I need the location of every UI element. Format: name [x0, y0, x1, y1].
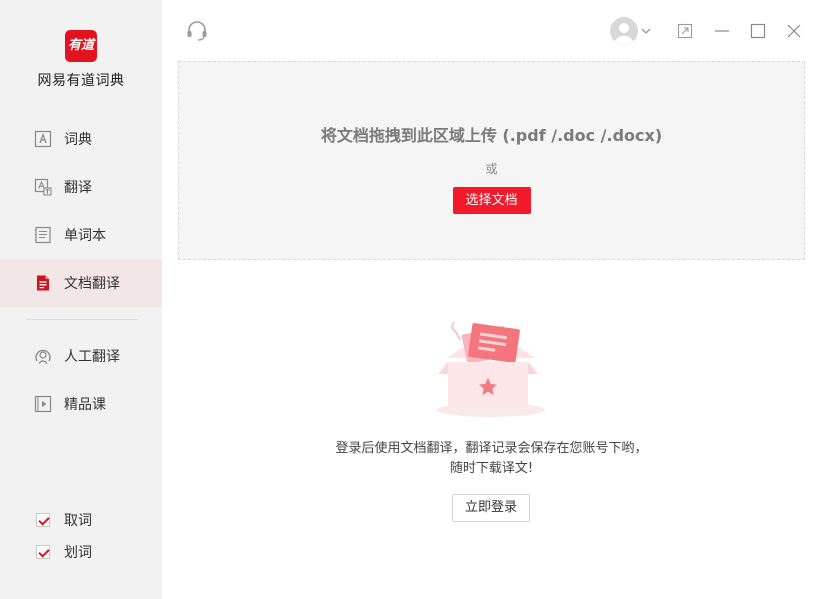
sidebar-item-label: 翻译 — [64, 180, 92, 196]
sidebar-nav: 词典 翻译 单词本 文档翻译 人工翻译 精品课 — [0, 115, 162, 428]
sidebar-item-label: 人工翻译 — [64, 349, 120, 365]
sidebar-item-label: 词典 — [64, 132, 92, 148]
upload-instructions: 将文档拖拽到此区域上传 (.pdf /.doc /.docx) — [320, 126, 663, 145]
select-document-button[interactable]: 选择文档 — [452, 187, 531, 214]
or-separator: 或 — [485, 162, 498, 176]
upload-dropzone[interactable]: 将文档拖拽到此区域上传 (.pdf /.doc /.docx) 或 选择文档 — [178, 61, 805, 260]
close-icon[interactable] — [785, 22, 803, 40]
wordbook-icon — [34, 226, 52, 244]
login-prompt: 登录后使用文档翻译，翻译记录会保存在您账号下哟， 随时下载译文! — [178, 439, 805, 479]
login-button[interactable]: 立即登录 — [452, 494, 530, 522]
sidebar-item-wordbook[interactable]: 单词本 — [0, 211, 162, 259]
chevron-down-icon[interactable] — [640, 25, 652, 37]
sidebar-item-label: 精品课 — [64, 397, 106, 413]
option-select-word[interactable]: 划词 — [36, 536, 92, 568]
app-logo: 有道 — [65, 30, 97, 62]
translate-icon — [34, 178, 52, 196]
headset-icon[interactable] — [185, 19, 209, 43]
sidebar-item-label: 文档翻译 — [64, 276, 120, 292]
sidebar-item-translate[interactable]: 翻译 — [0, 163, 162, 211]
app-name: 网易有道词典 — [37, 73, 125, 89]
login-prompt-line1: 登录后使用文档翻译，翻译记录会保存在您账号下哟， — [335, 441, 648, 456]
minimize-icon[interactable] — [713, 22, 731, 40]
checkbox-checked-icon[interactable] — [36, 545, 50, 559]
capture-options: 取词 划词 — [36, 504, 92, 568]
human-translate-icon — [34, 347, 52, 365]
login-prompt-line2: 随时下载译文! — [449, 461, 534, 476]
document-icon — [34, 274, 52, 292]
sidebar-item-human-translate[interactable]: 人工翻译 — [0, 332, 162, 380]
empty-box-illustration — [430, 318, 552, 422]
restore-icon[interactable] — [676, 22, 694, 40]
option-label: 取词 — [64, 513, 92, 529]
sidebar-item-label: 单词本 — [64, 228, 106, 244]
sidebar-item-doc-translate[interactable]: 文档翻译 — [0, 259, 162, 307]
option-label: 划词 — [64, 545, 92, 561]
sidebar: 有道 网易有道词典 词典 翻译 单词本 文档翻译 人工翻译 精品课 取词 划词 — [0, 0, 162, 599]
option-capture-word[interactable]: 取词 — [36, 504, 92, 536]
avatar[interactable] — [609, 16, 639, 46]
sidebar-divider — [26, 319, 138, 320]
maximize-icon[interactable] — [749, 22, 767, 40]
sidebar-item-courses[interactable]: 精品课 — [0, 380, 162, 428]
checkbox-checked-icon[interactable] — [36, 513, 50, 527]
sidebar-item-dictionary[interactable]: 词典 — [0, 115, 162, 163]
dictionary-icon — [34, 130, 52, 148]
brand: 有道 网易有道词典 — [0, 30, 162, 90]
course-play-icon — [34, 395, 52, 413]
